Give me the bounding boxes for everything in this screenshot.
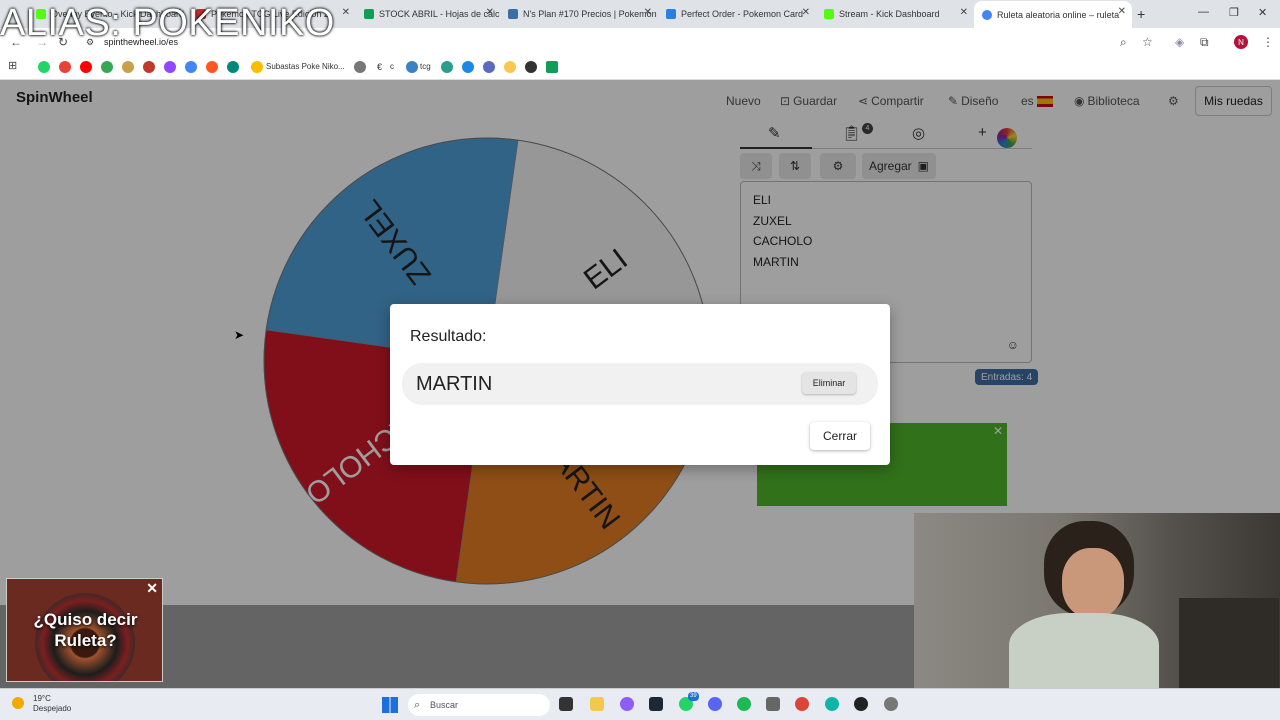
drive-icon[interactable]: [251, 61, 263, 73]
bookmark-icon[interactable]: [441, 61, 453, 73]
webcam-shelf: [1179, 598, 1279, 688]
settings-gear-icon[interactable]: [884, 697, 898, 711]
copilot-icon[interactable]: [620, 697, 634, 711]
bookmark-icon[interactable]: [462, 61, 474, 73]
youtube-icon[interactable]: [80, 61, 92, 73]
spinwheel-icon: [982, 9, 992, 20]
browser-tab[interactable]: N's Plan #170 Precios | Pokemon ✕: [500, 2, 658, 26]
calendar-icon[interactable]: [185, 61, 197, 73]
webcam-person-shirt: [1009, 613, 1159, 688]
sheets-icon[interactable]: [546, 61, 558, 73]
notification-badge: 39: [688, 692, 699, 701]
site-icon: [666, 9, 676, 19]
browser-tab[interactable]: Stream - Kick Dashboard ✕: [816, 2, 974, 26]
close-icon[interactable]: ✕: [644, 7, 652, 18]
cerrar-button[interactable]: Cerrar: [810, 422, 870, 450]
promo-ruleta-popup[interactable]: ¿Quiso decir Ruleta? ✕: [6, 578, 163, 682]
bookmark-star-icon[interactable]: ☆: [1142, 35, 1153, 49]
menu-icon[interactable]: ⋮: [1262, 35, 1274, 49]
browser-tab[interactable]: STOCK ABRIL - Hojas de cálculo ✕: [356, 2, 500, 26]
browser-tab-active[interactable]: Ruleta aleatoria online – ruleta ✕: [974, 1, 1132, 28]
obs-icon[interactable]: [854, 697, 868, 711]
close-icon[interactable]: ✕: [1118, 6, 1126, 17]
apps-grid-icon[interactable]: ⊞: [8, 59, 17, 72]
taskbar-search[interactable]: ⌕ Buscar: [408, 694, 550, 716]
result-winner: MARTIN: [416, 373, 493, 395]
close-icon[interactable]: ✕: [342, 7, 350, 18]
spinthewheel-page: SpinWheel Nuevo ⊡ Guardar ⋖ Compartir ✎ Dis…: [0, 80, 1280, 688]
close-icon[interactable]: ✕: [960, 7, 968, 18]
bookmark-icon[interactable]: [504, 61, 516, 73]
result-dialog: Resultado: MARTIN Eliminar Cerrar: [390, 304, 890, 465]
file-explorer-icon[interactable]: [590, 697, 604, 711]
maximize-button[interactable]: ❐: [1229, 6, 1239, 19]
webcam-person-face: [1062, 548, 1124, 618]
bookmark-icon[interactable]: [206, 61, 218, 73]
weather-widget[interactable]: 19°C Despejado: [33, 694, 71, 714]
extension-icon[interactable]: ◈: [1175, 35, 1184, 49]
task-view-icon[interactable]: [559, 697, 573, 711]
bookmark-icon[interactable]: [354, 61, 366, 73]
chrome-icon[interactable]: [795, 697, 809, 711]
close-icon[interactable]: ✕: [802, 7, 810, 18]
bookmark-icon[interactable]: [483, 61, 495, 73]
promo-text: ¿Quiso decir Ruleta?: [33, 610, 138, 650]
bookmarks-bar: ⊞ Subastas Poke Niko... € c tcg: [0, 56, 1280, 80]
discord-icon[interactable]: [708, 697, 722, 711]
windows-start-icon[interactable]: [382, 697, 398, 713]
minimize-button[interactable]: —: [1198, 6, 1209, 18]
bookmark-c-icon[interactable]: €: [377, 62, 382, 72]
maps-icon[interactable]: [101, 61, 113, 73]
kick-icon: [824, 9, 834, 19]
result-box: MARTIN Eliminar: [402, 363, 878, 405]
gmail-icon[interactable]: [59, 61, 71, 73]
dialog-title: Resultado:: [410, 328, 487, 345]
window-close-button[interactable]: ✕: [1258, 6, 1267, 19]
bookmark-subastas[interactable]: Subastas Poke Niko...: [266, 62, 345, 71]
stream-alias-watermark: ALIAS: POKENIKO: [0, 2, 335, 44]
bookmark-icon[interactable]: [143, 61, 155, 73]
bookmark-icon[interactable]: [406, 61, 418, 73]
twitch-icon[interactable]: [164, 61, 176, 73]
close-icon[interactable]: ✕: [146, 580, 158, 597]
whatsapp-icon[interactable]: [38, 61, 50, 73]
webcam-overlay: [914, 513, 1280, 688]
extensions-puzzle-icon[interactable]: ⧉: [1200, 35, 1209, 50]
calculator-icon[interactable]: [766, 697, 780, 711]
browser-tab[interactable]: Perfect Order - Pokemon Card ✕: [658, 2, 816, 26]
app-icon[interactable]: [825, 697, 839, 711]
site-icon: [508, 9, 518, 19]
close-icon[interactable]: ✕: [486, 7, 494, 18]
spotify-icon[interactable]: [737, 697, 751, 711]
windows-taskbar: 19°C Despejado ⌕ Buscar 39: [0, 688, 1280, 720]
search-icon: ⌕: [414, 698, 421, 711]
bookmark-icon[interactable]: [227, 61, 239, 73]
bookmark-icon[interactable]: [122, 61, 134, 73]
bookmark-icon[interactable]: [525, 61, 537, 73]
bookmark-tcg[interactable]: tcg: [420, 62, 431, 71]
sheets-icon: [364, 9, 374, 19]
mouse-cursor-icon: ➤: [234, 328, 245, 342]
eliminar-button[interactable]: Eliminar: [802, 372, 856, 394]
new-tab-button[interactable]: +: [1137, 6, 1145, 22]
steam-icon[interactable]: [649, 697, 663, 711]
zoom-icon[interactable]: ⌕: [1120, 35, 1127, 50]
weather-moon-icon: [12, 697, 24, 709]
bookmark-c[interactable]: c: [390, 62, 394, 71]
profile-avatar[interactable]: N: [1234, 35, 1248, 49]
